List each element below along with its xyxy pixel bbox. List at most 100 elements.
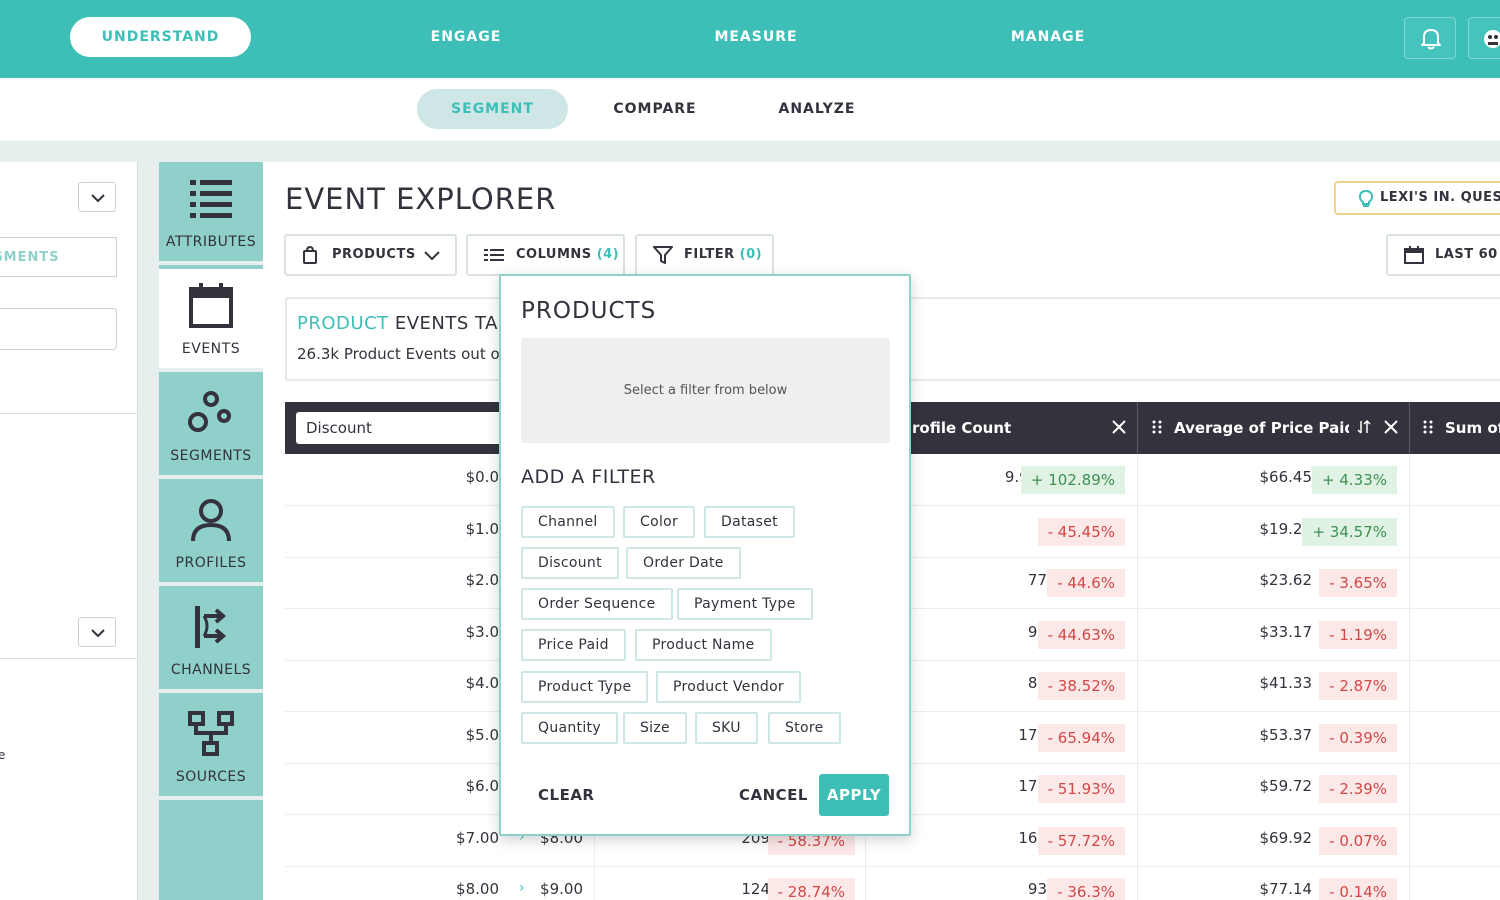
column-divider [1137, 402, 1138, 454]
profile-count-cell: 93 [1027, 880, 1047, 898]
filter-button[interactable]: FILTER (0) [635, 234, 774, 276]
lightbulb-icon [1358, 189, 1374, 207]
sidebar-item-label: SEGMENTS [170, 448, 252, 464]
products-filter-popover: PRODUCTS Select a filter from below ADD … [499, 274, 911, 836]
chevron-right-icon[interactable]: › [519, 880, 525, 896]
segments-tab[interactable]: GMENTS [0, 237, 117, 277]
filter-icon [653, 246, 673, 264]
nav-tab-understand[interactable]: UNDERSTAND [70, 17, 251, 57]
sidebar-item-sources[interactable]: SOURCES [159, 697, 263, 800]
cancel-button[interactable]: CANCEL [739, 774, 808, 816]
sort-icon[interactable] [1357, 419, 1371, 435]
filter-chip-channel[interactable]: Channel [521, 506, 615, 538]
filter-chip-quantity[interactable]: Quantity [521, 712, 618, 744]
avatar-icon [1484, 30, 1500, 48]
sidebar-item-label: CHANNELS [170, 662, 252, 678]
chevron-down-icon [424, 251, 440, 261]
columns-button[interactable]: COLUMNS (4) [466, 234, 625, 276]
discount-from-cell: $4.0 [465, 674, 499, 692]
avg-price-cell: $69.92 [1259, 828, 1313, 847]
filter-chip-size[interactable]: Size [623, 712, 687, 744]
discount-from-cell: $8.00 [456, 880, 499, 898]
nav-tab-engage[interactable]: ENGAGE [406, 17, 526, 57]
nav-tab-manage[interactable]: MANAGE [988, 17, 1108, 57]
truncated-text: e [0, 748, 6, 762]
avg-price-paid-column-header[interactable]: Average of Price Paid [1174, 402, 1349, 454]
subnav-tab-compare[interactable]: COMPARE [595, 89, 715, 129]
profile-count-change-badge: - 44.63% [1037, 620, 1125, 649]
profile-count-change-badge: - 44.6% [1047, 569, 1125, 597]
subnav-tab-analyze[interactable]: ANALYZE [757, 89, 877, 129]
avg-price-cell: $59.72 [1259, 777, 1313, 795]
avg-price-change-badge: + 4.33% [1312, 466, 1397, 494]
sidebar-item-events[interactable]: EVENTS [159, 269, 263, 372]
profile-count-change-badge: - 45.45% [1037, 517, 1125, 546]
sidebar-item-segments[interactable]: SEGMENTS [159, 376, 263, 479]
calendar-icon [1404, 246, 1424, 264]
date-range-label: LAST 60 D [1435, 247, 1500, 262]
nav-tab-measure[interactable]: MEASURE [696, 17, 816, 57]
collapse-toggle-button[interactable] [78, 182, 116, 212]
profile-count-change-badge: - 38.52% [1037, 672, 1125, 700]
avg-price-change-badge: - 3.65% [1319, 569, 1397, 597]
date-range-button[interactable]: LAST 60 D [1386, 234, 1500, 276]
table-row[interactable]: $8.00 › $9.00 124- 28.74% 93- 36.3% $77.14 - 0… [285, 866, 1500, 900]
filter-chip-discount[interactable]: Discount [521, 547, 619, 579]
sidebar-item-attributes[interactable]: ATTRIBUTES [159, 162, 263, 265]
expand-toggle-button[interactable] [78, 617, 116, 647]
filter-chip-product-name[interactable]: Product Name [635, 629, 772, 661]
avg-price-change-badge: - 1.19% [1319, 620, 1397, 649]
add-filter-heading: ADD A FILTER [521, 466, 656, 488]
profile-count-column-header[interactable]: rofile Count [912, 402, 1112, 454]
sources-icon [188, 711, 234, 756]
discount-from-cell: $0.0 [465, 468, 499, 486]
filter-chip-store[interactable]: Store [768, 712, 841, 744]
person-icon [191, 499, 231, 542]
avg-price-cell: $77.14 [1259, 880, 1313, 898]
profile-count-change-badge: + 102.89% [1020, 466, 1125, 494]
filter-chip-color[interactable]: Color [623, 506, 696, 538]
discount-from-cell: $1.0 [465, 519, 499, 538]
discount-from-cell: $3.0 [465, 622, 499, 641]
filter-chip-order-sequence[interactable]: Order Sequence [521, 588, 673, 620]
divider [0, 413, 138, 414]
segment-search-input[interactable] [0, 308, 117, 350]
sum-of-column-header[interactable]: Sum of [1445, 402, 1500, 454]
summary-title: PRODUCT EVENTS TA [297, 313, 498, 334]
lexi-questions-button[interactable]: LEXI'S IN. QUESTI [1334, 181, 1500, 215]
shopping-bag-icon [303, 246, 317, 264]
avg-price-change-badge: - 2.87% [1319, 672, 1397, 700]
filter-chip-product-vendor[interactable]: Product Vendor [656, 671, 801, 703]
filter-chip-sku[interactable]: SKU [695, 712, 758, 744]
close-icon[interactable] [1111, 419, 1127, 435]
filter-chip-product-type[interactable]: Product Type [521, 671, 649, 703]
filter-chip-payment-type[interactable]: Payment Type [677, 588, 813, 620]
drag-handle-icon[interactable] [1151, 419, 1163, 435]
avg-price-change-badge: - 0.14% [1319, 878, 1397, 900]
columns-count: (4) [596, 247, 620, 262]
profile-count-change-badge: - 65.94% [1037, 723, 1125, 752]
sub-navigation: SEGMENT COMPARE ANALYZE [0, 78, 1500, 142]
selected-filters-empty-state: Select a filter from below [521, 338, 890, 443]
profile-count-change-badge: - 36.3% [1047, 878, 1125, 900]
discount-from-cell: $6.0 [465, 777, 499, 795]
segments-icon [188, 391, 231, 432]
profile-count-cell: 77 [1027, 571, 1047, 589]
segment-side-panel: GMENTS e [0, 162, 138, 900]
summary-title-highlight: PRODUCT [297, 313, 389, 334]
close-icon[interactable] [1383, 419, 1399, 435]
filter-label: FILTER [684, 247, 735, 262]
notifications-button[interactable] [1404, 17, 1456, 59]
list-icon [190, 180, 232, 218]
filter-chip-dataset[interactable]: Dataset [704, 506, 795, 538]
filter-chip-order-date[interactable]: Order Date [626, 547, 741, 579]
user-avatar-button[interactable] [1468, 17, 1500, 59]
drag-handle-icon[interactable] [1422, 419, 1434, 435]
clear-button[interactable]: CLEAR [538, 774, 594, 816]
sidebar-item-profiles[interactable]: PROFILES [159, 483, 263, 586]
apply-button[interactable]: APPLY [819, 774, 889, 816]
subnav-tab-segment[interactable]: SEGMENT [417, 89, 568, 129]
sidebar-item-channels[interactable]: CHANNELS [159, 590, 263, 693]
products-dropdown-button[interactable]: PRODUCTS [284, 234, 457, 276]
filter-chip-price-paid[interactable]: Price Paid [521, 629, 626, 661]
